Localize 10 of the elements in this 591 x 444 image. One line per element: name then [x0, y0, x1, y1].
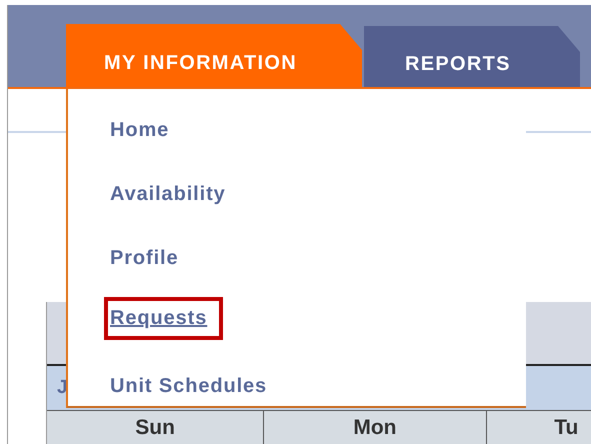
day-header: Tu — [486, 411, 591, 444]
menu-item[interactable]: Profile — [104, 239, 185, 278]
day-header: Sun — [47, 411, 264, 444]
nav-tab[interactable]: MY INFORMATION — [66, 24, 362, 87]
menu-item[interactable]: Unit Schedules — [104, 367, 274, 406]
menu-item[interactable]: Home — [104, 111, 176, 150]
menu-item[interactable]: Requests — [104, 297, 224, 340]
nav-tab[interactable]: REPORTS — [364, 26, 580, 87]
day-header: Mon — [264, 411, 487, 444]
menu-item[interactable]: Availability — [104, 175, 232, 214]
